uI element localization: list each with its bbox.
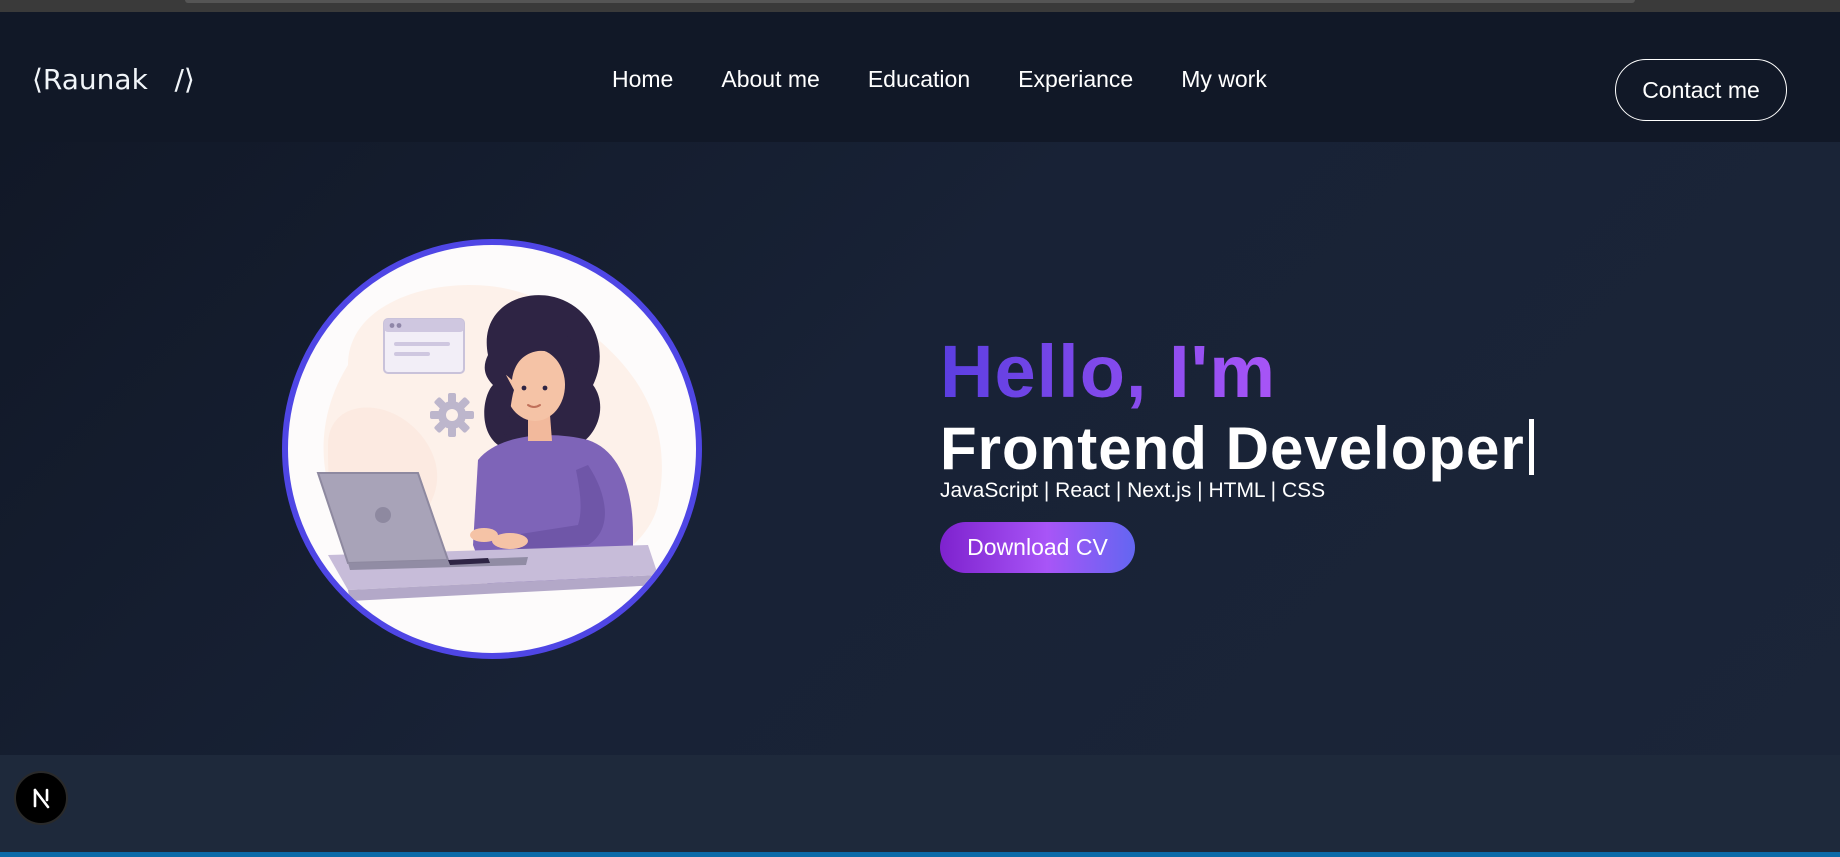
nav-link-home[interactable]: Home [612, 64, 673, 94]
hero-role-text: Frontend Developer [940, 415, 1525, 482]
browser-window-icon [383, 318, 465, 374]
nextjs-icon [33, 788, 50, 809]
hero-role: Frontend Developer [940, 414, 1534, 484]
hero-greeting: Hello, I'm [940, 330, 1276, 413]
woman-laptop-illustration [316, 285, 662, 601]
next-section-band [0, 755, 1840, 852]
contact-button[interactable]: Contact me [1615, 59, 1787, 121]
nav-link-about[interactable]: About me [721, 64, 819, 94]
nav-links: Home About me Education Experiance My wo… [612, 64, 1315, 94]
browser-top-strip [0, 0, 1840, 12]
nextjs-dev-badge[interactable] [14, 771, 68, 825]
profile-illustration [282, 239, 702, 659]
hero-skills: JavaScript | React | Next.js | HTML | CS… [940, 479, 1326, 502]
nav-link-my-work[interactable]: My work [1181, 64, 1267, 94]
site-logo[interactable]: ⟨Raunak /⟩ [32, 63, 195, 96]
nav-link-experience[interactable]: Experiance [1018, 64, 1133, 94]
gear-icon [430, 393, 474, 437]
hero-section: Hello, I'm Frontend Developer JavaScript… [0, 142, 1840, 755]
page: ⟨Raunak /⟩ Home About me Education Exper… [0, 0, 1840, 857]
os-taskbar-strip [0, 852, 1840, 857]
download-cv-button[interactable]: Download CV [940, 522, 1135, 573]
browser-tab-line [185, 0, 1635, 3]
navbar: ⟨Raunak /⟩ Home About me Education Exper… [0, 12, 1840, 142]
typing-cursor [1528, 419, 1534, 475]
nav-link-education[interactable]: Education [868, 64, 970, 94]
